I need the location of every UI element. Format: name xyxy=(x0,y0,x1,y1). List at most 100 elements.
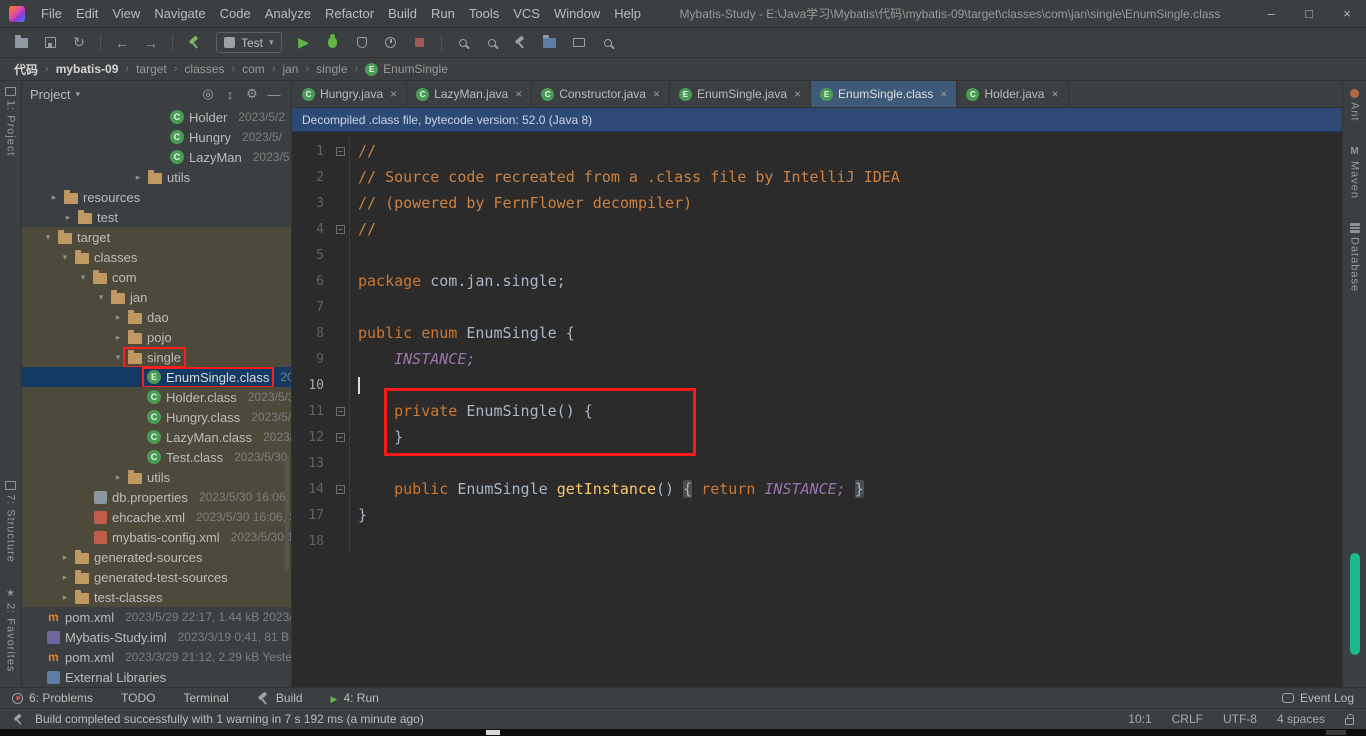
tree-item-resources[interactable]: ▸resources xyxy=(22,187,291,207)
menu-navigate[interactable]: Navigate xyxy=(147,0,212,28)
menu-tools[interactable]: Tools xyxy=(462,0,506,28)
menu-edit[interactable]: Edit xyxy=(69,0,105,28)
tree-item-classes[interactable]: ▾classes xyxy=(22,247,291,267)
tree-item-test[interactable]: ▸test xyxy=(22,207,291,227)
tab-constructor-java[interactable]: CConstructor.java× xyxy=(532,81,670,107)
run-icon[interactable]: ▶ xyxy=(291,31,317,55)
replace-icon[interactable] xyxy=(479,31,505,55)
code-line-17[interactable]: 17} xyxy=(292,502,1342,528)
menu-window[interactable]: Window xyxy=(547,0,607,28)
menu-code[interactable]: Code xyxy=(213,0,258,28)
menu-build[interactable]: Build xyxy=(381,0,424,28)
chevron-right-icon[interactable]: ▸ xyxy=(110,472,126,483)
tab-enumsingle-java[interactable]: EEnumSingle.java× xyxy=(670,81,811,107)
tree-scrollbar[interactable] xyxy=(285,456,289,571)
fold-icon[interactable]: − xyxy=(336,485,345,494)
locate-file-icon[interactable]: ◎ xyxy=(197,86,219,102)
profiler-icon[interactable] xyxy=(378,31,404,55)
code-line-1[interactable]: 1−// xyxy=(292,138,1342,164)
menu-analyze[interactable]: Analyze xyxy=(258,0,318,28)
build-hammer-icon[interactable] xyxy=(181,31,207,55)
chevron-down-icon[interactable]: ▾ xyxy=(75,89,80,100)
tree-item-utils[interactable]: ▸utils xyxy=(22,467,291,487)
tool-window-button-6-problems[interactable]: 6: Problems xyxy=(12,691,93,705)
tree-item-lazyman-class[interactable]: CLazyMan.class2023/5 xyxy=(22,427,291,447)
chevron-right-icon[interactable]: ▸ xyxy=(57,572,73,583)
breadcrumb-item-jan[interactable]: jan xyxy=(282,62,298,76)
chevron-right-icon[interactable]: ▸ xyxy=(60,212,76,223)
chevron-right-icon[interactable]: ▸ xyxy=(57,592,73,603)
tool-window-button-7-structure[interactable]: 7: Structure xyxy=(0,481,21,563)
wrench-icon[interactable] xyxy=(508,31,534,55)
status-line-separator[interactable]: CRLF xyxy=(1172,712,1203,726)
tool-window-button-ant[interactable]: Ant xyxy=(1343,89,1366,122)
save-icon[interactable] xyxy=(37,31,63,55)
tab-holder-java[interactable]: CHolder.java× xyxy=(957,81,1068,107)
run-configuration-select[interactable]: Test ▾ xyxy=(216,32,282,53)
lock-icon[interactable] xyxy=(1345,718,1354,725)
back-icon[interactable]: ← xyxy=(109,31,135,55)
fold-icon[interactable]: − xyxy=(336,225,345,234)
fold-icon[interactable]: − xyxy=(336,407,345,416)
tree-item-pom-xml[interactable]: mpom.xml2023/3/29 21:12, 2.29 kB Yesterd… xyxy=(22,647,291,667)
status-indent-style[interactable]: 4 spaces xyxy=(1277,712,1325,726)
code-line-8[interactable]: 8public enum EnumSingle { xyxy=(292,320,1342,346)
chevron-down-icon[interactable]: ▾ xyxy=(110,352,126,363)
tab-hungry-java[interactable]: CHungry.java× xyxy=(293,81,407,107)
tree-item-target[interactable]: ▾target xyxy=(22,227,291,247)
tree-item-com[interactable]: ▾com xyxy=(22,267,291,287)
tree-item-generated-sources[interactable]: ▸generated-sources xyxy=(22,547,291,567)
tree-item-hungry[interactable]: CHungry2023/5/ xyxy=(22,127,291,147)
status-file-encoding[interactable]: UTF-8 xyxy=(1223,712,1257,726)
tree-item-ehcache-xml[interactable]: ehcache.xml2023/5/30 16:06, 3. xyxy=(22,507,291,527)
tab-enumsingle-class[interactable]: EEnumSingle.class× xyxy=(811,81,957,107)
tree-item-single[interactable]: ▾single xyxy=(22,347,291,367)
tree-item-pom-xml[interactable]: mpom.xml2023/5/29 22:17, 1.44 kB 2023/ xyxy=(22,607,291,627)
code-line-5[interactable]: 5 xyxy=(292,242,1342,268)
tool-window-button-terminal[interactable]: Terminal xyxy=(183,691,228,705)
chevron-right-icon[interactable]: ▸ xyxy=(110,332,126,343)
fold-icon[interactable]: − xyxy=(336,433,345,442)
chevron-right-icon[interactable]: ▸ xyxy=(130,172,146,183)
code-editor[interactable]: 1−//2// Source code recreated from a .cl… xyxy=(292,132,1342,687)
code-line-4[interactable]: 4−// xyxy=(292,216,1342,242)
breadcrumb-item-[interactable]: 代码 xyxy=(14,61,38,78)
tree-item-jan[interactable]: ▾jan xyxy=(22,287,291,307)
tree-item-generated-test-sources[interactable]: ▸generated-test-sources xyxy=(22,567,291,587)
menu-help[interactable]: Help xyxy=(607,0,648,28)
status-caret-position[interactable]: 10:1 xyxy=(1128,712,1151,726)
code-line-7[interactable]: 7 xyxy=(292,294,1342,320)
tool-window-button-1-project[interactable]: 1: Project xyxy=(0,87,21,156)
breadcrumb-item-classes[interactable]: classes xyxy=(184,62,224,76)
hide-panel-icon[interactable]: — xyxy=(263,87,285,102)
breadcrumb-item-target[interactable]: target xyxy=(136,62,167,76)
code-line-2[interactable]: 2// Source code recreated from a .class … xyxy=(292,164,1342,190)
gear-icon[interactable]: ⚙ xyxy=(241,86,263,102)
tool-window-button-build[interactable]: Build xyxy=(257,691,303,705)
stop-icon[interactable] xyxy=(407,31,433,55)
tree-item-mybatis-study-iml[interactable]: Mybatis-Study.iml2023/3/19 0:41, 81 B 20… xyxy=(22,627,291,647)
breadcrumb-item-single[interactable]: single xyxy=(316,62,347,76)
find-everywhere-icon[interactable] xyxy=(595,31,621,55)
tab-lazyman-java[interactable]: CLazyMan.java× xyxy=(407,81,532,107)
minimize-button[interactable]: – xyxy=(1252,0,1290,28)
menu-vcs[interactable]: VCS xyxy=(506,0,547,28)
menu-run[interactable]: Run xyxy=(424,0,462,28)
search-icon[interactable] xyxy=(450,31,476,55)
code-line-14[interactable]: 14− public EnumSingle getInstance() { re… xyxy=(292,476,1342,502)
forward-icon[interactable]: → xyxy=(138,31,164,55)
close-icon[interactable]: × xyxy=(940,87,947,101)
project-panel-title[interactable]: Project xyxy=(30,87,70,102)
open-icon[interactable] xyxy=(8,31,34,55)
close-icon[interactable]: × xyxy=(515,87,522,101)
code-line-9[interactable]: 9 INSTANCE; xyxy=(292,346,1342,372)
chevron-right-icon[interactable]: ▸ xyxy=(110,312,126,323)
tree-item-holder[interactable]: CHolder2023/5/2 xyxy=(22,107,291,127)
close-icon[interactable]: × xyxy=(653,87,660,101)
collapse-all-icon[interactable]: ↕ xyxy=(219,87,241,102)
breadcrumb-item-mybatis-09[interactable]: mybatis-09 xyxy=(56,62,119,76)
tree-item-utils[interactable]: ▸utils xyxy=(22,167,291,187)
close-icon[interactable]: × xyxy=(794,87,801,101)
status-message[interactable]: Build completed successfully with 1 warn… xyxy=(35,712,424,726)
tree-item-test-classes[interactable]: ▸test-classes xyxy=(22,587,291,607)
